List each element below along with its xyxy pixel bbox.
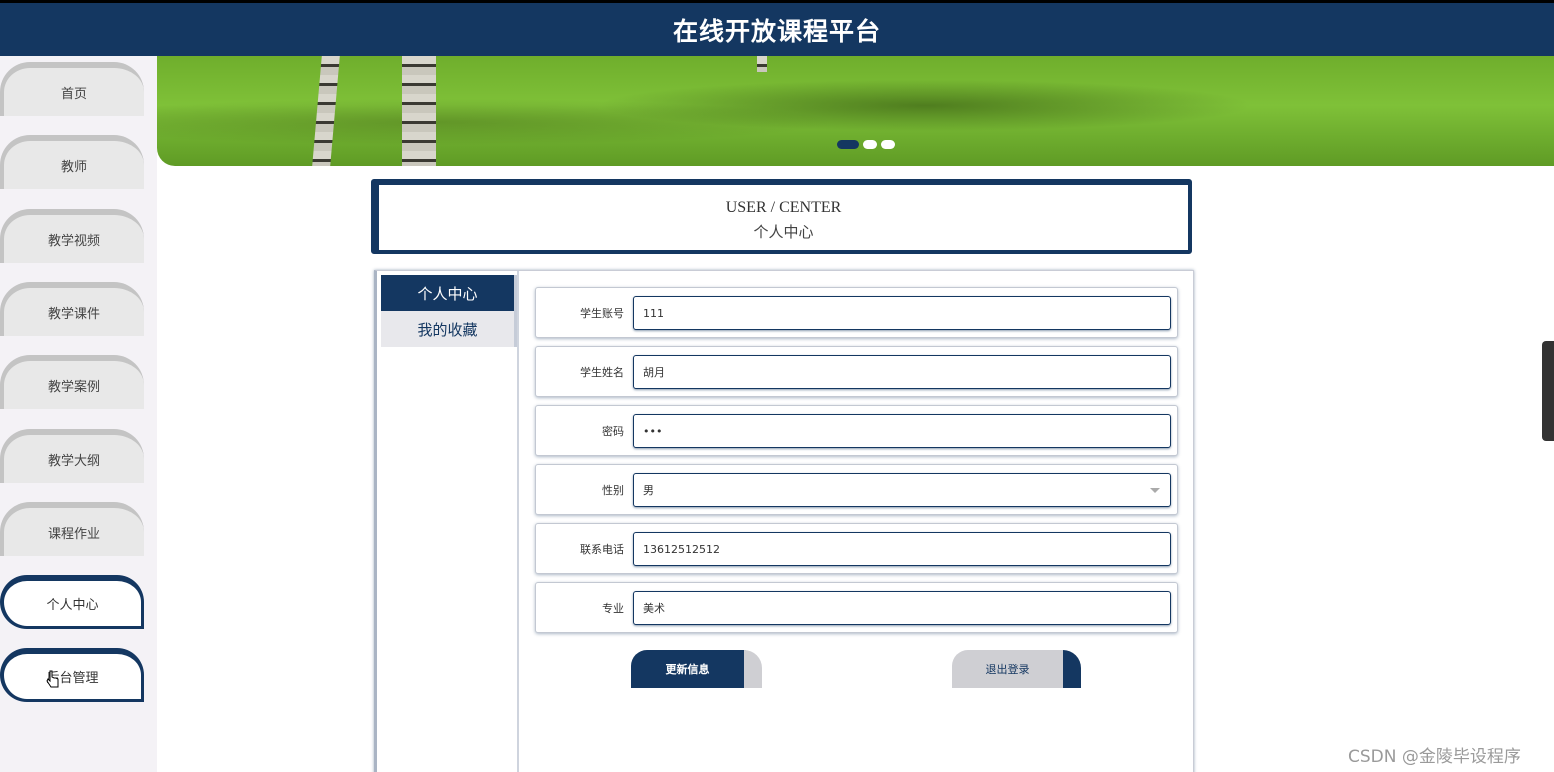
- sidebar-item-label: 教学案例: [47, 379, 100, 395]
- carousel-dot-1[interactable]: [837, 140, 859, 149]
- carousel-indicators: [837, 140, 895, 149]
- sidebar-item-label: 教学课件: [47, 306, 100, 322]
- sidebar-item-label: 个人中心: [46, 598, 99, 613]
- sidebar-item-label: 教学大纲: [47, 453, 100, 469]
- logout-button[interactable]: 退出登录: [952, 650, 1081, 688]
- sidebar-item-admin[interactable]: 后台管理: [0, 648, 144, 702]
- sidebar-item-label: 教学视频: [47, 233, 100, 249]
- banner-image-tree: [312, 56, 340, 166]
- carousel-dot-3[interactable]: [881, 140, 895, 149]
- update-info-button[interactable]: 更新信息: [631, 650, 762, 688]
- field-label: 学生账号: [580, 306, 624, 320]
- password-input[interactable]: [633, 414, 1171, 448]
- side-scroll-tab[interactable]: [1542, 341, 1554, 441]
- tab-label: 个人中心: [417, 284, 478, 303]
- tab-favorites[interactable]: 我的收藏: [381, 311, 517, 347]
- site-title: 在线开放课程平台: [672, 16, 881, 46]
- field-label: 密码: [602, 424, 624, 438]
- sidebar-item-label: 首页: [60, 86, 87, 102]
- banner-image-tree: [757, 56, 767, 72]
- form-row-password: 密码: [535, 405, 1178, 456]
- name-input[interactable]: [633, 355, 1171, 389]
- field-label: 学生姓名: [580, 365, 624, 379]
- section-title-cn: 个人中心: [753, 225, 814, 241]
- watermark-text: CSDN @金陵毕设程序: [1348, 747, 1521, 767]
- banner-image-tree: [402, 56, 436, 166]
- tab-user-center[interactable]: 个人中心: [381, 275, 517, 311]
- field-label: 性别: [602, 483, 624, 497]
- user-center-panel: 个人中心 我的收藏 学生账号 学生姓名 密码 性别 男 联系电话 专业 更新信息…: [374, 270, 1194, 772]
- top-header: 在线开放课程平台: [0, 0, 1554, 56]
- sidebar-item-syllabus[interactable]: 教学大纲: [0, 429, 144, 483]
- carousel-dot-2[interactable]: [863, 140, 877, 149]
- sidebar-item-label: 教师: [60, 159, 87, 175]
- field-label: 联系电话: [580, 542, 624, 556]
- major-input[interactable]: [633, 591, 1171, 625]
- section-title-en: USER / CENTER: [725, 199, 842, 216]
- sidebar-nav: 首页 教师 教学视频 教学课件 教学案例 教学大纲 课程作业 个人中心 后台管理: [0, 56, 157, 772]
- account-input[interactable]: [633, 296, 1171, 330]
- sidebar-item-teachers[interactable]: 教师: [0, 135, 144, 189]
- sidebar-item-cases[interactable]: 教学案例: [0, 355, 144, 409]
- gender-select[interactable]: 男: [633, 473, 1171, 507]
- banner-carousel: [157, 56, 1554, 166]
- user-center-header: USER / CENTER 个人中心: [371, 179, 1192, 254]
- gender-selected-value: 男: [643, 484, 654, 497]
- chevron-down-icon: [1150, 488, 1160, 493]
- panel-divider: [517, 271, 519, 772]
- form-row-account: 学生账号: [535, 287, 1178, 338]
- sidebar-item-videos[interactable]: 教学视频: [0, 209, 144, 263]
- button-label: 退出登录: [985, 663, 1030, 676]
- sidebar-item-user-center[interactable]: 个人中心: [0, 575, 144, 629]
- form-row-phone: 联系电话: [535, 523, 1178, 574]
- phone-input[interactable]: [633, 532, 1171, 566]
- sidebar-item-homework[interactable]: 课程作业: [0, 502, 144, 556]
- form-row-gender: 性别 男: [535, 464, 1178, 515]
- hand-cursor-icon: [46, 670, 59, 688]
- sidebar-item-courseware[interactable]: 教学课件: [0, 282, 144, 336]
- user-tabs: 个人中心 我的收藏: [381, 275, 517, 347]
- sidebar-item-label: 课程作业: [47, 526, 100, 542]
- form-row-major: 专业: [535, 582, 1178, 633]
- button-label: 更新信息: [665, 663, 710, 676]
- form-row-name: 学生姓名: [535, 346, 1178, 397]
- sidebar-item-home[interactable]: 首页: [0, 62, 144, 116]
- tab-label: 我的收藏: [417, 320, 478, 339]
- field-label: 专业: [602, 601, 624, 615]
